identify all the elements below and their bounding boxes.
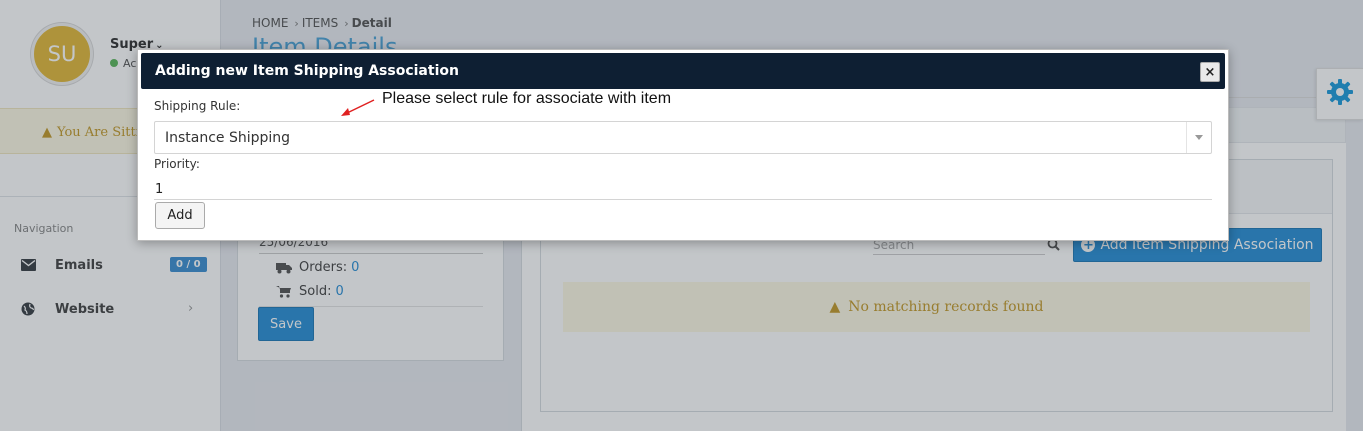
close-icon: ×: [1204, 64, 1216, 80]
annotation-arrow-icon: [341, 99, 375, 116]
caret-down-icon: [1195, 135, 1203, 140]
add-shipping-association-modal: Adding new Item Shipping Association × S…: [137, 49, 1229, 241]
shipping-rule-select[interactable]: Instance Shipping: [154, 121, 1212, 154]
shipping-rule-label: Shipping Rule:: [154, 99, 241, 113]
modal-header: Adding new Item Shipping Association: [141, 53, 1225, 89]
priority-input[interactable]: [154, 179, 1212, 200]
shipping-rule-value: Instance Shipping: [165, 130, 291, 146]
modal-title: Adding new Item Shipping Association: [155, 63, 459, 79]
close-button[interactable]: ×: [1200, 62, 1220, 82]
select-caret: [1186, 122, 1211, 153]
priority-label: Priority:: [154, 157, 200, 171]
add-button[interactable]: Add: [155, 202, 205, 229]
annotation-hint: Please select rule for associate with it…: [382, 90, 672, 107]
